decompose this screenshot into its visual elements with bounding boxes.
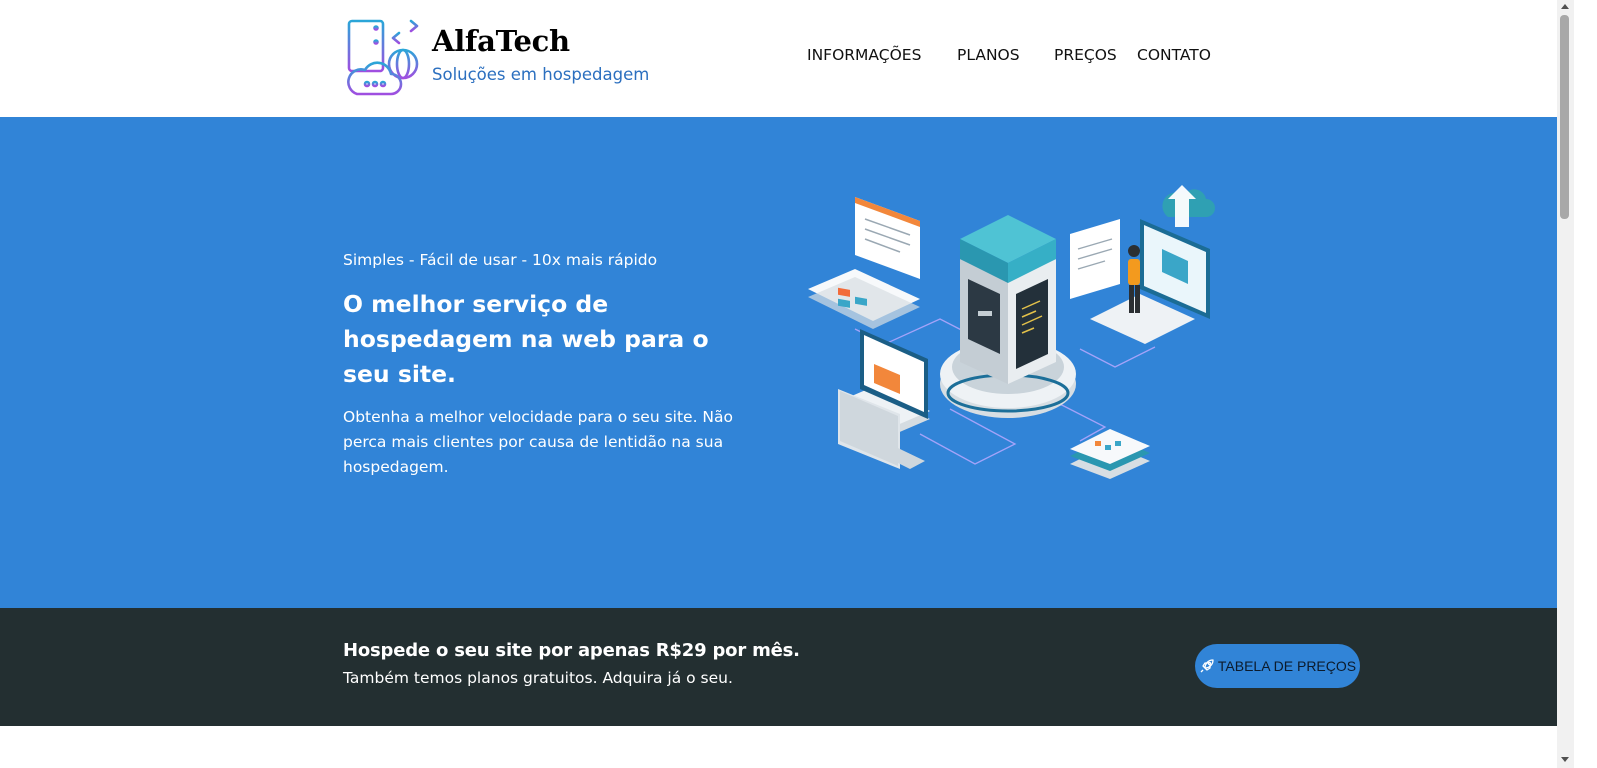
isometric-server-illustration (808, 185, 1215, 479)
vertical-scrollbar[interactable] (1557, 0, 1574, 768)
scroll-down-arrow-icon[interactable] (1561, 757, 1569, 762)
hero-kicker: Simples - Fácil de usar - 10x mais rápid… (343, 251, 658, 269)
cta-subtitle: Também temos planos gratuitos. Adquira j… (343, 669, 733, 687)
rocket-icon (1200, 659, 1214, 673)
nav-link-informacoes[interactable]: INFORMAÇÕES (807, 46, 921, 64)
hero-section: Simples - Fácil de usar - 10x mais rápid… (0, 117, 1557, 608)
nav-link-precos[interactable]: PREÇOS (1054, 46, 1117, 64)
hero-title: O melhor serviço de hospedagem na web pa… (343, 290, 709, 388)
cta-title: Hospede o seu site por apenas R$29 por m… (343, 640, 800, 661)
nav-link-planos[interactable]: PLANOS (957, 46, 1020, 64)
site-header: AlfaTech Soluções em hospedagem INFORMAÇ… (0, 0, 1557, 117)
main-nav: INFORMAÇÕES PLANOS PREÇOS CONTATO (0, 46, 1557, 66)
hero-description: Obtenha a melhor velocidade para o seu s… (343, 408, 733, 476)
pricing-table-button[interactable]: TABELA DE PREÇOS (1195, 644, 1360, 688)
nav-link-contato[interactable]: CONTATO (1137, 46, 1211, 64)
scroll-up-arrow-icon[interactable] (1561, 4, 1569, 9)
pricing-table-button-label: TABELA DE PREÇOS (1217, 658, 1357, 674)
cta-band: Hospede o seu site por apenas R$29 por m… (0, 608, 1557, 726)
brand-tagline: Soluções em hospedagem (432, 65, 650, 84)
scroll-thumb[interactable] (1560, 15, 1569, 219)
